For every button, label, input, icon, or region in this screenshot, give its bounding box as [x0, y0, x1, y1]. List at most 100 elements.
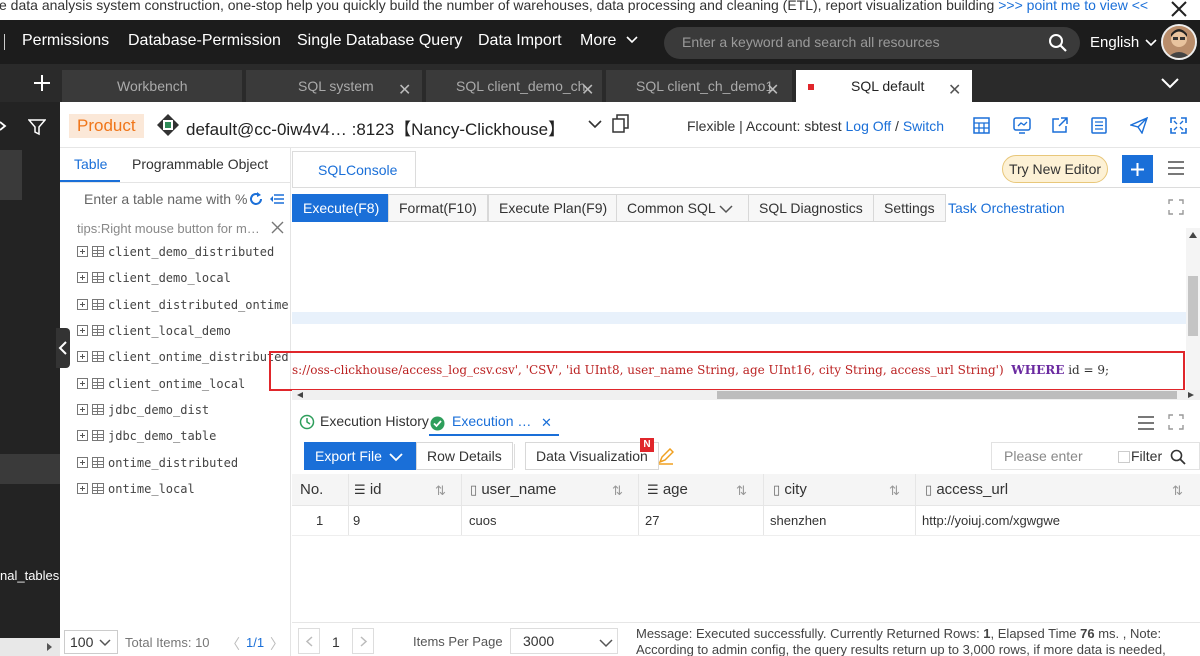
table-item[interactable]: client_demo_distributed	[77, 245, 274, 265]
row-details-button[interactable]: Row Details	[416, 442, 513, 470]
expand-icon[interactable]	[77, 325, 88, 336]
fullscreen-icon[interactable]	[1170, 117, 1187, 134]
expand-icon[interactable]	[77, 272, 88, 283]
tab-workbench[interactable]: Workbench	[62, 70, 242, 102]
format-button[interactable]: Format(F10)	[388, 194, 488, 222]
expand-icon[interactable]	[77, 351, 88, 362]
global-search[interactable]: Enter a keyword and search all resources	[664, 27, 1080, 59]
tab-sql-default[interactable]: SQL default ✕	[796, 70, 972, 102]
execute-plan-button[interactable]: Execute Plan(F9)	[488, 194, 619, 222]
sort-icon[interactable]: ⇅	[1172, 483, 1183, 499]
nav-permissions[interactable]: Permissions	[22, 32, 109, 50]
add-tab-icon[interactable]	[33, 74, 51, 92]
cell-city[interactable]: shenzhen	[770, 513, 826, 528]
scroll-thumb[interactable]	[717, 391, 1177, 399]
sql-diagnostics-button[interactable]: SQL Diagnostics	[748, 194, 874, 222]
tab-execution-history[interactable]: Execution History	[320, 413, 429, 429]
copy-icon[interactable]	[612, 114, 630, 134]
table-item[interactable]: ontime_local	[77, 482, 195, 502]
search-icon[interactable]	[1170, 449, 1186, 465]
chevron-down-icon[interactable]	[587, 118, 603, 130]
expand-icon[interactable]	[77, 378, 88, 389]
nav-single-database-query[interactable]: Single Database Query	[297, 32, 462, 50]
cell-age[interactable]: 27	[645, 513, 659, 528]
menu-icon[interactable]	[1137, 415, 1155, 431]
filter-icon[interactable]	[28, 118, 46, 136]
table-item[interactable]: client_ontime_distributed	[77, 350, 289, 370]
current-page[interactable]: 1	[332, 634, 340, 650]
banner-link[interactable]: >>> point me to view <<	[998, 0, 1148, 13]
expand-icon[interactable]	[77, 430, 88, 441]
menu-icon[interactable]	[1167, 160, 1185, 176]
prev-page-icon[interactable]: 〈	[226, 634, 240, 654]
rail-highlight[interactable]	[0, 454, 60, 484]
sort-icon[interactable]: ⇅	[612, 483, 623, 499]
next-page-icon[interactable]: 〉	[270, 634, 284, 654]
list-icon[interactable]	[270, 192, 284, 206]
table-item[interactable]: client_demo_local	[77, 271, 231, 291]
document-icon[interactable]	[1091, 117, 1107, 134]
horizontal-scrollbar[interactable]	[292, 390, 1200, 400]
tab-table[interactable]: Table	[60, 148, 120, 182]
settings-button[interactable]: Settings	[873, 194, 946, 222]
tab-programmable-object[interactable]: Programmable Object	[132, 156, 268, 172]
connection-name[interactable]: default@cc-0iw4v4… :8123【Nancy-Clickhous…	[186, 115, 565, 140]
table-item[interactable]: client_ontime_local	[77, 377, 245, 397]
table-search-input[interactable]: Enter a table name with %	[84, 191, 247, 207]
collapse-panel-button[interactable]	[56, 328, 70, 368]
table-item[interactable]: jdbc_demo_table	[77, 429, 216, 449]
table-row[interactable]	[292, 506, 1200, 536]
horizontal-scrollbar[interactable]	[0, 638, 60, 656]
export-file-button[interactable]: Export File	[304, 442, 419, 470]
rail-label[interactable]: nal_tables	[0, 568, 59, 583]
table-item[interactable]: client_local_demo	[77, 324, 231, 344]
close-icon[interactable]	[1168, 0, 1190, 20]
expand-icon[interactable]	[77, 246, 88, 257]
close-icon[interactable]: ✕	[398, 80, 411, 100]
tab-execution[interactable]: Execution … ✕	[429, 406, 559, 436]
column-header-user-name[interactable]: ▯ user_name	[470, 481, 556, 498]
search-input[interactable]: Enter a keyword and search all resources	[682, 34, 940, 50]
close-icon[interactable]: ✕	[766, 80, 779, 100]
sort-icon[interactable]: ⇅	[889, 483, 900, 499]
cell-id[interactable]: 9	[353, 513, 360, 528]
cell-user-name[interactable]: cuos	[469, 513, 496, 528]
table-item[interactable]: jdbc_demo_dist	[77, 403, 209, 423]
try-new-editor-button[interactable]: Try New Editor	[1002, 155, 1108, 183]
tab-sqlconsole[interactable]: SQLConsole	[292, 151, 416, 187]
tab-sql-client-ch-demo1[interactable]: SQL client_ch_demo1 ✕	[606, 70, 792, 102]
prev-page-button[interactable]	[298, 628, 320, 654]
expand-icon[interactable]	[77, 457, 88, 468]
nav-database-permission[interactable]: Database-Permission	[128, 32, 281, 50]
add-console-button[interactable]	[1122, 155, 1153, 183]
common-sql-dropdown[interactable]: Common SQL	[616, 194, 749, 222]
column-header-access-url[interactable]: ▯ access_url	[925, 481, 1008, 498]
expand-icon[interactable]	[77, 299, 88, 310]
collapse-icon[interactable]	[0, 118, 8, 134]
next-page-button[interactable]	[352, 628, 374, 654]
rail-selected-item[interactable]	[0, 150, 22, 200]
switch-link[interactable]: Switch	[903, 118, 944, 134]
close-icon[interactable]: ✕	[541, 415, 552, 431]
vertical-scrollbar[interactable]	[1186, 228, 1200, 390]
open-external-icon[interactable]	[1051, 117, 1068, 134]
tab-sql-system[interactable]: SQL system ✕	[246, 70, 422, 102]
avatar[interactable]	[1161, 24, 1197, 60]
close-icon[interactable]: ✕	[581, 80, 594, 100]
column-header-id[interactable]: ☰ id	[354, 481, 382, 498]
language-switch[interactable]: English	[1090, 34, 1157, 51]
cell-access-url[interactable]: http://yoiuj.com/xgwgwe	[922, 513, 1060, 528]
expand-icon[interactable]	[77, 404, 88, 415]
nav-data-import[interactable]: Data Import	[478, 32, 562, 50]
expand-icon[interactable]	[1168, 414, 1184, 430]
execute-button[interactable]: Execute(F8)	[292, 194, 391, 222]
refresh-icon[interactable]	[248, 191, 264, 207]
filter-input[interactable]: Please enter	[1004, 448, 1083, 464]
data-visualization-button[interactable]: Data Visualization	[525, 442, 659, 470]
filter-checkbox[interactable]	[1118, 451, 1130, 463]
table-item[interactable]: ontime_distributed	[77, 456, 238, 476]
search-icon[interactable]	[1048, 33, 1068, 53]
table-item[interactable]: client_distributed_ontime	[77, 298, 289, 318]
nav-more[interactable]: More	[580, 32, 639, 50]
column-header-city[interactable]: ▯ city	[773, 481, 807, 498]
